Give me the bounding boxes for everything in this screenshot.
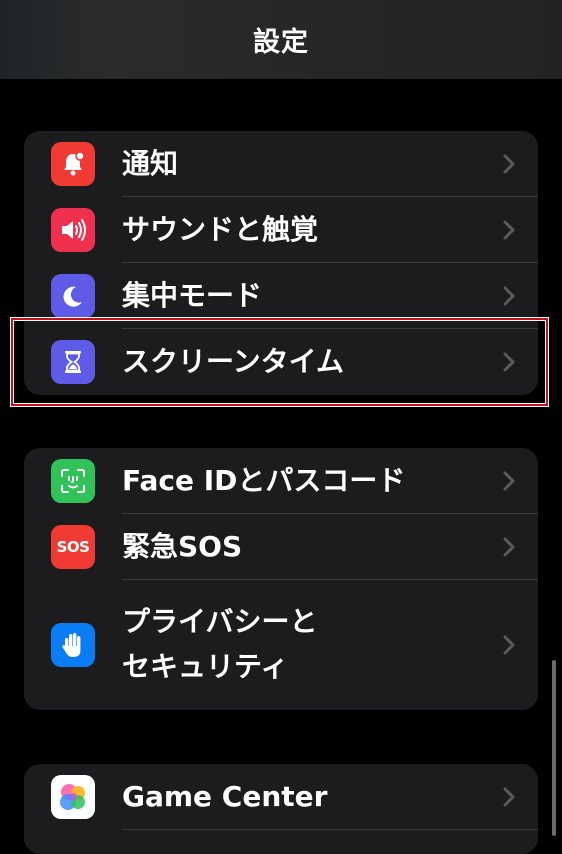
settings-row-label: Face IDとパスコード: [122, 464, 406, 497]
chevron-right-icon: [503, 787, 515, 807]
settings-group-3: Game Center: [24, 764, 538, 854]
settings-row-privacy-security[interactable]: プライバシーと セキュリティ: [24, 580, 538, 710]
chevron-right-icon: [503, 286, 515, 306]
settings-row-screen-time[interactable]: スクリーンタイム: [24, 329, 538, 395]
face-id-icon: [51, 459, 95, 503]
scrollbar[interactable]: [552, 660, 556, 836]
settings-row-label: 緊急SOS: [122, 530, 243, 563]
settings-row-game-center[interactable]: Game Center: [24, 764, 538, 830]
sos-icon: SOS: [51, 525, 95, 569]
settings-row-label: 通知: [122, 147, 179, 180]
settings-row-notifications[interactable]: 通知: [24, 131, 538, 197]
hand-icon: [51, 623, 95, 667]
sos-icon-text: SOS: [56, 538, 90, 556]
settings-row-label: スクリーンタイム: [122, 345, 345, 378]
chevron-right-icon: [503, 537, 515, 557]
settings-row-focus[interactable]: 集中モード: [24, 263, 538, 329]
settings-row-emergency-sos[interactable]: SOS 緊急SOS: [24, 514, 538, 580]
bell-icon: [51, 142, 95, 186]
navigation-bar: 設定: [0, 0, 562, 79]
hourglass-icon: [51, 340, 95, 384]
chevron-right-icon: [503, 635, 515, 655]
settings-row-label: 集中モード: [122, 279, 263, 312]
settings-row-label-line-2: セキュリティ: [122, 650, 289, 683]
settings-row-label: Game Center: [122, 780, 328, 813]
settings-group-1: 通知 サウンドと触覚 集中モード スクリーンタイム: [24, 131, 538, 395]
speaker-icon: [51, 208, 95, 252]
moon-icon: [51, 274, 95, 318]
settings-row-label: サウンドと触覚: [122, 213, 319, 246]
settings-row-face-id-passcode[interactable]: Face IDとパスコード: [24, 448, 538, 514]
page-title: 設定: [253, 27, 309, 58]
settings-row-label-line-1: プライバシーと: [122, 605, 318, 638]
settings-group-2: Face IDとパスコード SOS 緊急SOS プライバシーと セキュリティ: [24, 448, 538, 710]
chevron-right-icon: [503, 154, 515, 174]
chevron-right-icon: [503, 471, 515, 491]
chevron-right-icon: [503, 220, 515, 240]
game-center-icon: [51, 775, 95, 819]
settings-row-sounds-haptics[interactable]: サウンドと触覚: [24, 197, 538, 263]
chevron-right-icon: [503, 352, 515, 372]
